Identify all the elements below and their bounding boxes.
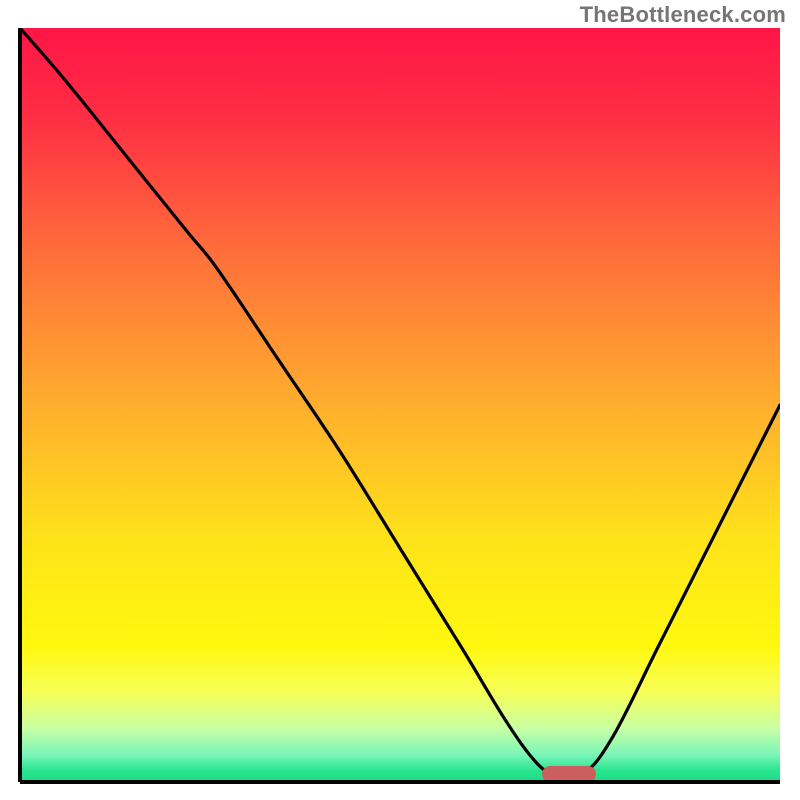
- axes: [0, 0, 800, 800]
- chart-container: TheBottleneck.com: [0, 0, 800, 800]
